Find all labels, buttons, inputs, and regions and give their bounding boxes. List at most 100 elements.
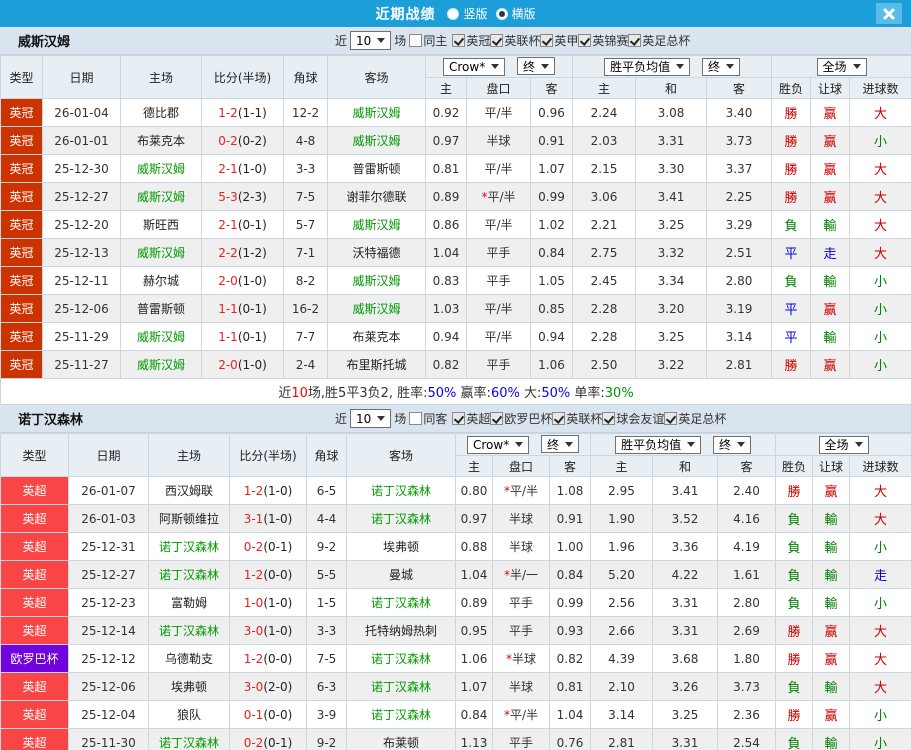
checkbox-checked-icon[interactable] xyxy=(490,34,504,47)
corner-cell: 8-2 xyxy=(283,266,328,295)
filter-controls: 近 10 场 同客 英超 欧罗巴杯 英联杯 球会友谊 英足总杯 xyxy=(335,409,726,428)
filter-controls: 近 10 场 同主 英冠 英联杯 英甲 英锦赛 英足总杯 xyxy=(335,31,690,50)
date-cell: 26-01-04 xyxy=(42,98,121,127)
league-checkbox[interactable]: 英冠 xyxy=(452,32,490,49)
away-team-cell: 威斯汉姆 xyxy=(327,210,426,239)
league-checkbox[interactable]: 英联杯 xyxy=(490,32,540,49)
match-row: 英超 25-12-06 埃弗顿 3-0(2-0) 6-3 诺丁汉森林 1.07 半球 0.81 2… xyxy=(0,672,911,701)
ah-line-cell: 平/半 xyxy=(466,98,531,127)
summary-segment: 30% xyxy=(604,386,634,401)
wdl-result: 負 xyxy=(775,672,814,701)
wdl-result: 負 xyxy=(775,728,814,750)
wdl-result: 勝 xyxy=(775,700,814,729)
away-team-cell: 布里斯托城 xyxy=(327,350,426,379)
halftime-score: (0-1) xyxy=(263,735,293,750)
handicap-result: 輸 xyxy=(812,504,851,533)
wdl-result: 勝 xyxy=(775,644,814,673)
league-checkbox[interactable]: 英甲 xyxy=(540,32,578,49)
handicap-result: 赢 xyxy=(810,126,851,155)
eu-draw-odds: 3.41 xyxy=(635,182,708,211)
fulltime-score: 1-2 xyxy=(243,567,264,582)
close-icon[interactable] xyxy=(876,3,902,24)
checkbox-checked-icon[interactable] xyxy=(552,412,566,425)
league-checkbox[interactable]: 英足总杯 xyxy=(628,32,690,49)
fulltime-score: 0-2 xyxy=(218,133,238,148)
checkbox-checked-icon[interactable] xyxy=(602,412,616,425)
ah-line-cell: 平/半 xyxy=(466,210,531,239)
checkbox-unchecked-icon[interactable] xyxy=(409,34,423,47)
away-team-cell: 普雷斯顿 xyxy=(327,154,426,183)
eu-draw-odds: 3.26 xyxy=(652,672,719,701)
checkbox-checked-icon[interactable] xyxy=(452,412,466,425)
handicap-final-select[interactable]: 终 xyxy=(517,57,556,76)
checkbox-checked-icon[interactable] xyxy=(628,34,642,47)
bookmaker-select[interactable]: Crow* xyxy=(466,435,530,454)
match-row: 英超 25-12-27 诺丁汉森林 1-2(0-0) 5-5 曼城 1.04 *半/一 0.84… xyxy=(0,560,911,589)
eu-draw-header: 和 xyxy=(635,77,708,99)
fulltime-select[interactable]: 全场 xyxy=(818,435,869,454)
corner-cell: 6-5 xyxy=(306,476,347,505)
handicap-result: 輸 xyxy=(810,210,851,239)
halftime-score: (1-0) xyxy=(237,357,267,372)
match-count-select[interactable]: 10 xyxy=(350,31,392,50)
eu-draw-odds: 4.22 xyxy=(652,560,719,589)
handicap-final-select[interactable]: 终 xyxy=(541,435,580,454)
ah-line-cell: 平/半 xyxy=(466,154,531,183)
halftime-score: (1-0) xyxy=(263,511,293,526)
section-forest-filterbar: 诺丁汉森林 近 10 场 同客 英超 欧罗巴杯 英联杯 球会友谊 英足总杯 xyxy=(0,405,911,433)
league-checkbox-label: 英锦赛 xyxy=(592,34,629,48)
checkbox-checked-icon[interactable] xyxy=(540,34,554,47)
home-team-cell: 诺丁汉森林 xyxy=(148,616,230,645)
summary-row: 近10场,胜5平3负2, 胜率:50% 赢率:60% 大:50% 单率:30% xyxy=(0,378,911,405)
corner-cell: 9-2 xyxy=(306,532,347,561)
radio-unselected-icon[interactable] xyxy=(447,7,460,20)
ah-line-cell: 平手 xyxy=(492,588,550,617)
wdl-average-select[interactable]: 胜平负均值 xyxy=(615,435,702,454)
league-badge: 英超 xyxy=(0,728,69,750)
checkbox-checked-icon[interactable] xyxy=(452,34,466,47)
recent-results-panel: 近期战绩 竖版 横版 威斯汉姆 近 10 场 同主 英冠 英联杯 英甲 英锦赛 … xyxy=(0,0,911,750)
league-checkbox[interactable]: 英超 xyxy=(452,410,490,427)
score-cell: 1-2(0-0) xyxy=(229,644,307,673)
layout-vertical-option[interactable]: 竖版 xyxy=(447,5,488,22)
radio-selected-icon[interactable] xyxy=(495,7,508,20)
match-row: 英超 25-12-23 富勒姆 1-0(1-0) 1-5 诺丁汉森林 0.89 平手 0.99 2… xyxy=(0,588,911,617)
bookmaker-select[interactable]: Crow* xyxy=(442,57,506,76)
eu-draw-odds: 3.25 xyxy=(635,322,708,351)
handicap-result: 輸 xyxy=(812,532,851,561)
wdl-final-select[interactable]: 终 xyxy=(712,435,751,454)
ah-home-odds: 0.89 xyxy=(455,588,493,617)
fulltime-select[interactable]: 全场 xyxy=(816,57,867,76)
handicap-result: 赢 xyxy=(810,154,851,183)
eu-home-header: 主 xyxy=(590,455,654,477)
ah-away-odds: 1.04 xyxy=(548,700,592,729)
score-cell: 1-0(1-0) xyxy=(229,588,307,617)
layout-vertical-label: 竖版 xyxy=(463,7,488,21)
league-checkbox[interactable]: 欧罗巴杯 xyxy=(490,410,552,427)
layout-horizontal-option[interactable]: 横版 xyxy=(495,5,536,22)
same-venue-checkbox[interactable]: 同客 xyxy=(409,410,447,427)
eu-home-odds: 2.56 xyxy=(590,588,654,617)
wdl-final-select[interactable]: 终 xyxy=(701,57,740,76)
eu-home-odds: 2.28 xyxy=(572,294,637,323)
corner-cell: 3-3 xyxy=(306,616,347,645)
checkbox-unchecked-icon[interactable] xyxy=(409,412,423,425)
wdl-average-select[interactable]: 胜平负均值 xyxy=(604,57,691,76)
corner-cell: 4-4 xyxy=(306,504,347,533)
same-venue-checkbox[interactable]: 同主 xyxy=(409,32,447,49)
league-checkbox[interactable]: 英足总杯 xyxy=(664,410,726,427)
league-checkbox[interactable]: 英联杯 xyxy=(552,410,602,427)
league-checkbox[interactable]: 英锦赛 xyxy=(578,32,628,49)
league-badge: 英超 xyxy=(0,700,69,729)
checkbox-checked-icon[interactable] xyxy=(578,34,592,47)
wdl-result: 勝 xyxy=(771,98,812,127)
match-count-select[interactable]: 10 xyxy=(350,409,392,428)
checkbox-checked-icon[interactable] xyxy=(490,412,504,425)
checkbox-checked-icon[interactable] xyxy=(664,412,678,425)
league-checkbox[interactable]: 球会友谊 xyxy=(602,410,664,427)
chevron-down-icon xyxy=(377,38,386,43)
date-cell: 25-11-30 xyxy=(68,728,149,750)
eu-home-odds: 2.66 xyxy=(590,616,654,645)
ah-away-odds: 1.05 xyxy=(529,266,574,295)
halftime-score: (0-0) xyxy=(263,707,293,722)
